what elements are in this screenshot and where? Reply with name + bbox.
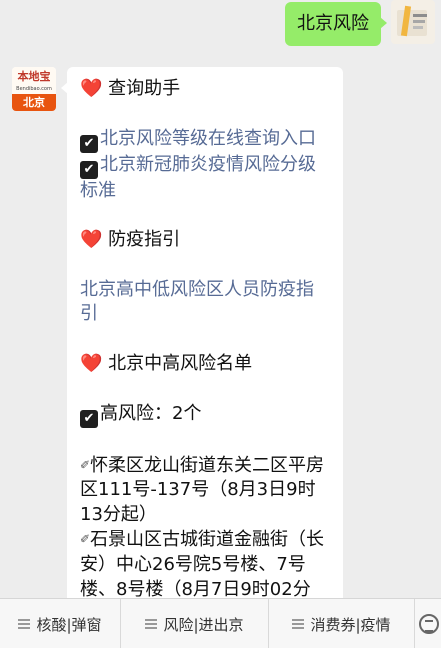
chat-area: 北京风险 本地宝 Bendibao.com 北京 ❤️ 查询助手 ✔ 北京风险等级… <box>0 0 441 598</box>
keyboard-icon <box>419 614 439 634</box>
bottom-menu: 核酸|弹窗 风险|进出京 消费券|疫情 <box>0 598 441 648</box>
checkbox-icon: ✔ <box>80 160 98 179</box>
keyboard-toggle[interactable] <box>415 599 441 648</box>
outgoing-message-row: 北京风险 <box>285 0 435 46</box>
menu-lines-icon <box>145 619 158 629</box>
avatar-logo-url: Bendibao.com <box>16 86 52 92</box>
risk-area-1: ✐怀柔区龙山街道东关二区平房区111号-137号（8月3日9时13分起） <box>80 454 325 525</box>
heart-icon: ❤️ <box>80 78 103 99</box>
query-header: ❤️ 查询助手 <box>80 78 181 99</box>
high-risk-count: ✔ 高风险：2个 <box>80 402 331 428</box>
pushpin-icon: ✐ <box>80 457 91 472</box>
heart-icon: ❤️ <box>80 352 103 374</box>
menu-item-nucleic[interactable]: 核酸|弹窗 <box>0 599 121 648</box>
menu-lines-icon <box>292 619 305 629</box>
outgoing-message-bubble[interactable]: 北京风险 <box>285 2 387 46</box>
user-avatar[interactable] <box>391 0 435 44</box>
avatar-city-label: 北京 <box>12 94 56 111</box>
query-link-item-2[interactable]: ✔ 北京新冠肺炎疫情风险分级标准 <box>80 153 331 204</box>
checkbox-icon: ✔ <box>80 134 98 153</box>
query-link-item-1[interactable]: ✔ 北京风险等级在线查询入口 <box>80 127 331 153</box>
menu-item-risk[interactable]: 风险|进出京 <box>121 599 269 648</box>
checkbox-icon: ✔ <box>80 409 98 428</box>
bendibao-avatar[interactable]: 本地宝 Bendibao.com 北京 <box>12 67 56 111</box>
pushpin-icon: ✐ <box>80 532 91 547</box>
menu-item-coupon[interactable]: 消费券|疫情 <box>269 599 415 648</box>
risk-area-2: ✐石景山区古城街道金融街（长安）中心26号院5号楼、7号楼、8号楼（8月7日9时… <box>80 529 325 598</box>
risk-list-header: ❤️ 北京中高风险名单 <box>80 352 253 374</box>
heart-icon: ❤️ <box>80 229 103 251</box>
query-link-1[interactable]: 北京风险等级在线查询入口 <box>100 128 316 149</box>
prevention-header: ❤️ 防疫指引 <box>80 229 181 251</box>
prevention-link[interactable]: 北京高中低风险区人员防疫指引 <box>80 278 331 327</box>
query-link-2[interactable]: 北京新冠肺炎疫情风险分级标准 <box>80 154 316 201</box>
incoming-message-bubble: ❤️ 查询助手 ✔ 北京风险等级在线查询入口 ✔ 北京新冠肺炎疫情风险分级标准 ❤️… <box>61 67 343 598</box>
menu-lines-icon <box>18 619 31 629</box>
